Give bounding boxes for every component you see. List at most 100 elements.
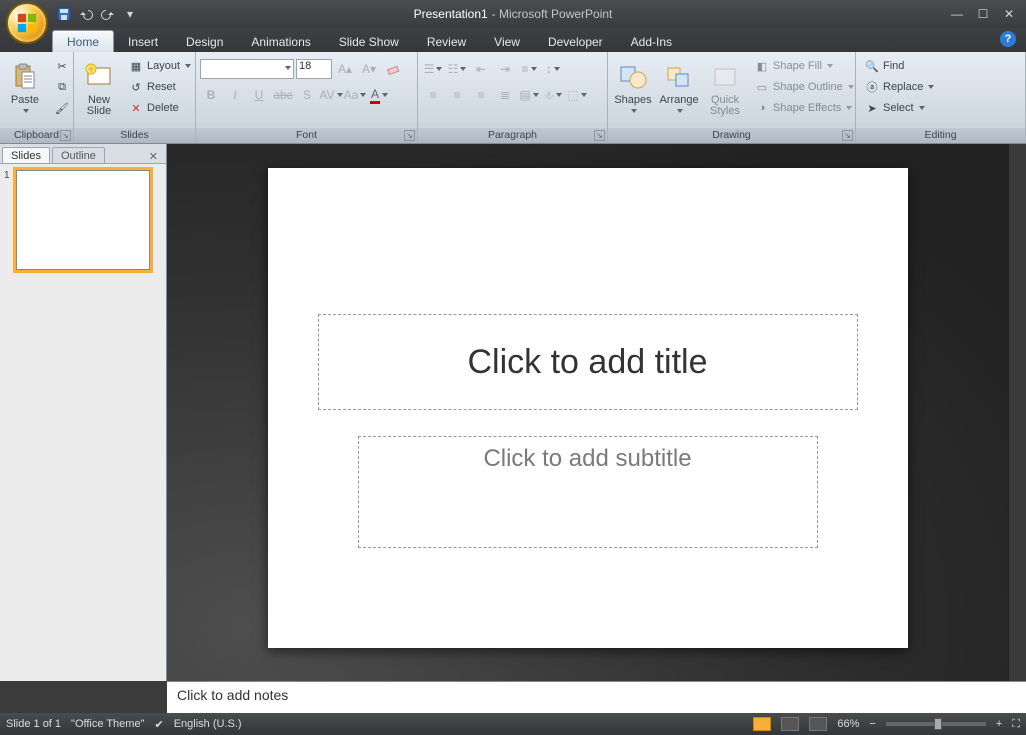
tab-developer[interactable]: Developer	[534, 31, 617, 52]
app-name: - Microsoft PowerPoint	[492, 7, 613, 21]
tab-home[interactable]: Home	[52, 30, 114, 52]
zoom-thumb[interactable]	[934, 718, 942, 730]
underline-button[interactable]: U	[248, 85, 270, 105]
tab-design[interactable]: Design	[172, 31, 237, 52]
help-icon[interactable]: ?	[1000, 31, 1016, 47]
justify-button[interactable]: ≣	[494, 85, 516, 105]
slideshow-view-button[interactable]	[809, 717, 827, 731]
window-title: Presentation1 - Microsoft PowerPoint	[414, 7, 613, 21]
bullets-button[interactable]: ☰	[422, 59, 444, 79]
status-language[interactable]: English (U.S.)	[174, 718, 242, 730]
replace-button[interactable]: ⓐReplace	[860, 77, 938, 97]
subtitle-placeholder[interactable]: Click to add subtitle	[358, 436, 818, 548]
align-text-button[interactable]: ⎀	[542, 85, 564, 105]
arrange-button[interactable]: Arrange	[658, 54, 700, 120]
paragraph-dialog-launcher[interactable]: ↘	[594, 130, 605, 141]
find-button[interactable]: 🔍Find	[860, 56, 938, 76]
cut-button[interactable]: ✂	[50, 56, 74, 76]
increase-indent-button[interactable]: ⇥	[494, 59, 516, 79]
undo-icon[interactable]	[78, 6, 94, 22]
save-icon[interactable]	[56, 6, 72, 22]
grow-font-button[interactable]: A▴	[334, 59, 356, 79]
thumbnail-row[interactable]: 1	[4, 170, 162, 270]
group-paragraph: ☰ ☷ ⇤ ⇥ ≡ ↕ ≡ ≡ ≡ ≣ ▤ ⎀ ⬚ Paragraph↘	[418, 52, 608, 143]
decrease-indent-button[interactable]: ⇤	[470, 59, 492, 79]
tab-review[interactable]: Review	[413, 31, 480, 52]
qat-dropdown-icon[interactable]: ▾	[122, 6, 138, 22]
text-direction-button[interactable]: ↕	[542, 59, 564, 79]
shapes-button[interactable]: Shapes	[612, 54, 654, 120]
office-logo-icon	[16, 12, 38, 34]
thumbnail-list: 1	[0, 164, 166, 681]
shape-fill-button[interactable]: ◧Shape Fill	[750, 56, 858, 76]
font-name-combo[interactable]	[200, 59, 294, 79]
panel-tab-slides[interactable]: Slides	[2, 147, 50, 163]
spellcheck-icon[interactable]: ✔	[154, 718, 163, 731]
shadow-button[interactable]: S	[296, 85, 318, 105]
drawing-dialog-launcher[interactable]: ↘	[842, 130, 853, 141]
line-spacing-button[interactable]: ≡	[518, 59, 540, 79]
clipboard-dialog-launcher[interactable]: ↘	[60, 130, 71, 141]
paste-icon	[9, 61, 41, 93]
panel-close-button[interactable]: ✕	[145, 150, 162, 163]
font-color-button[interactable]: A	[368, 85, 390, 105]
title-placeholder[interactable]: Click to add title	[318, 314, 858, 410]
shape-outline-button[interactable]: ▭Shape Outline	[750, 77, 858, 97]
zoom-out-button[interactable]: −	[869, 718, 875, 730]
notes-pane[interactable]: Click to add notes	[167, 681, 1026, 713]
zoom-in-button[interactable]: +	[996, 718, 1002, 730]
tab-slideshow[interactable]: Slide Show	[325, 31, 413, 52]
normal-view-button[interactable]	[753, 717, 771, 731]
tab-addins[interactable]: Add-Ins	[617, 31, 686, 52]
group-slides: New Slide ▦Layout ↺Reset ✕Delete Slides	[74, 52, 196, 143]
change-case-button[interactable]: Aa	[344, 85, 366, 105]
shrink-font-button[interactable]: A▾	[358, 59, 380, 79]
reset-button[interactable]: ↺Reset	[124, 77, 195, 97]
group-font: 18 A▴ A▾ B I U abc S AV Aa A Font↘	[196, 52, 418, 143]
italic-button[interactable]: I	[224, 85, 246, 105]
fit-to-window-button[interactable]: ⛶	[1012, 718, 1020, 731]
zoom-value[interactable]: 66%	[837, 718, 859, 730]
minimize-button[interactable]: —	[948, 7, 966, 21]
office-button[interactable]	[6, 2, 48, 44]
font-dialog-launcher[interactable]: ↘	[404, 130, 415, 141]
delete-button[interactable]: ✕Delete	[124, 98, 195, 118]
sorter-view-button[interactable]	[781, 717, 799, 731]
maximize-button[interactable]: ☐	[974, 7, 992, 21]
panel-tab-outline[interactable]: Outline	[52, 147, 105, 163]
tab-animations[interactable]: Animations	[237, 31, 324, 52]
layout-icon: ▦	[128, 58, 144, 74]
align-center-button[interactable]: ≡	[446, 85, 468, 105]
bold-button[interactable]: B	[200, 85, 222, 105]
numbering-button[interactable]: ☷	[446, 59, 468, 79]
layout-button[interactable]: ▦Layout	[124, 56, 195, 76]
smartart-button[interactable]: ⬚	[566, 85, 588, 105]
status-slide-count: Slide 1 of 1	[6, 718, 61, 730]
vertical-scrollbar[interactable]	[1008, 144, 1026, 681]
title-bar: ▾ Presentation1 - Microsoft PowerPoint —…	[0, 0, 1026, 28]
new-slide-button[interactable]: New Slide	[78, 54, 120, 120]
close-button[interactable]: ✕	[1000, 7, 1018, 21]
strike-button[interactable]: abc	[272, 85, 294, 105]
copy-button[interactable]: ⧉	[50, 77, 74, 97]
tab-view[interactable]: View	[480, 31, 534, 52]
align-right-button[interactable]: ≡	[470, 85, 492, 105]
char-spacing-button[interactable]: AV	[320, 85, 342, 105]
shape-effects-button[interactable]: ◑Shape Effects	[750, 98, 858, 118]
slide-canvas[interactable]: Click to add title Click to add subtitle	[167, 144, 1008, 681]
slide-thumbnail[interactable]	[16, 170, 150, 270]
paste-button[interactable]: Paste	[4, 54, 46, 120]
slide[interactable]: Click to add title Click to add subtitle	[268, 168, 908, 648]
select-button[interactable]: ➤Select	[860, 98, 938, 118]
zoom-slider[interactable]	[886, 722, 986, 726]
font-size-combo[interactable]: 18	[296, 59, 332, 79]
columns-button[interactable]: ▤	[518, 85, 540, 105]
quick-styles-button[interactable]: Quick Styles	[704, 54, 746, 120]
new-slide-icon	[83, 61, 115, 93]
clear-format-button[interactable]	[382, 59, 404, 79]
group-editing: 🔍Find ⓐReplace ➤Select Editing	[856, 52, 1026, 143]
tab-insert[interactable]: Insert	[114, 31, 172, 52]
redo-icon[interactable]	[100, 6, 116, 22]
format-painter-button[interactable]: 🖌	[50, 98, 74, 118]
align-left-button[interactable]: ≡	[422, 85, 444, 105]
